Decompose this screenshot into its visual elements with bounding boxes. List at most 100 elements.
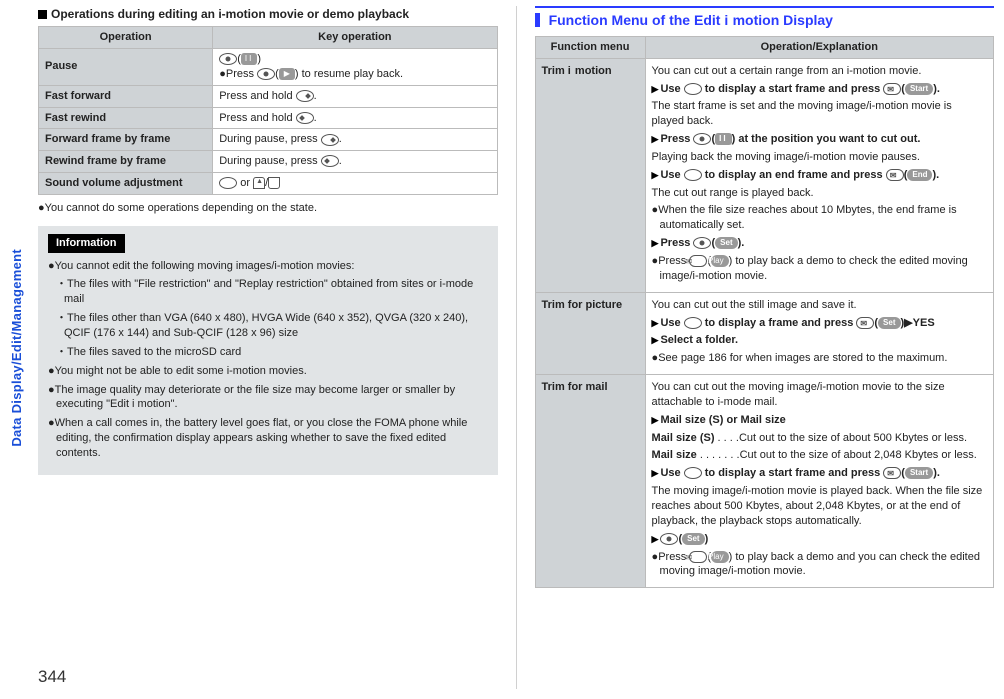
section-title-text: Operations during editing an i-motion mo… [51,6,409,22]
center-key-icon [693,133,711,145]
step: Select a folder. [652,333,987,348]
col-key: Key operation [213,27,497,49]
mail-key-icon [689,255,707,267]
right-key-icon [296,90,314,102]
table-row: Forward frame by frame During pause, pre… [39,129,498,151]
table-header-row: Function menu Operation/Explanation [535,36,994,58]
start-label: Start [905,83,933,95]
set-label: Set [715,237,737,249]
info-line: ●You cannot edit the following moving im… [48,259,488,274]
mail-key-icon [856,317,874,329]
bullet: ●See page 186 for when images are stored… [652,351,987,366]
key-ff: Press and hold . [213,85,497,107]
step: Press (Set). [652,236,987,251]
information-box: Information ●You cannot edit the followi… [38,226,498,475]
step: Use to display a frame and press (Set)▶Y… [652,316,987,331]
side-tab: Data Display/Edit/Management [8,249,28,447]
nav-key-icon [684,317,702,329]
op-trim-mail: You can cut out the moving image/i-motio… [645,375,993,588]
table-row: Sound volume adjustment or / [39,173,498,195]
nav-key-icon [684,83,702,95]
table-row: Fast forward Press and hold . [39,85,498,107]
col-function-menu: Function menu [535,36,645,58]
start-label: Start [905,467,933,479]
table-row: Rewind frame by frame During pause, pres… [39,151,498,173]
pause-icon: II [715,133,731,145]
op-pause: Pause [39,49,213,86]
op-fwd-frame: Forward frame by frame [39,129,213,151]
col-operation: Operation [39,27,213,49]
left-column: Operations during editing an i-motion mo… [38,6,498,689]
info-line: ●When a call comes in, the battery level… [48,416,488,461]
bullet: ●Press (Play) to play back a demo and yo… [652,550,987,580]
left-key-icon [321,155,339,167]
menu-trim-picture: Trim for picture [535,292,645,374]
nav-key-icon [219,177,237,189]
center-key-icon [693,237,711,249]
mail-key-icon [689,551,707,563]
imotion-icon: i [568,65,575,77]
key-rew-frame: During pause, press . [213,151,497,173]
info-line: ●The image quality may deteriorate or th… [48,383,488,413]
pause-icon: II [241,53,257,65]
set-label: Set [682,533,704,545]
info-line: ●You might not be able to edit some i-mo… [48,364,488,379]
square-bullet-icon [38,10,47,19]
step: Press (II) at the position you want to c… [652,132,987,147]
table-header-row: Operation Key operation [39,27,498,49]
operations-table: Operation Key operation Pause (II) ●Pres… [38,26,498,195]
center-key-icon [257,68,275,80]
op-trim-imotion: You can cut out a certain range from an … [645,58,993,292]
column-divider [516,6,517,689]
center-key-icon [660,533,678,545]
op-volume: Sound volume adjustment [39,173,213,195]
note-below-table: ●You cannot do some operations depending… [38,201,498,216]
function-menu-table: Function menu Operation/Explanation Trim… [535,36,995,588]
nav-key-icon [684,467,702,479]
information-badge: Information [48,234,125,253]
left-key-icon [296,112,314,124]
mail-key-icon [883,83,901,95]
center-key-icon [219,53,237,65]
bullet: ●When the file size reaches about 10 Mby… [652,203,987,233]
key-pause: (II) ●Press (▶) to resume play back. [213,49,497,86]
step: (Set) [652,532,987,547]
table-row: Pause (II) ●Press (▶) to resume play bac… [39,49,498,86]
up-key-icon [253,177,265,189]
table-row: Trim for mail You can cut out the moving… [535,375,994,588]
step: Use to display a start frame and press (… [652,82,987,97]
key-fr: Press and hold . [213,107,497,129]
info-subline: ・The files saved to the microSD card [48,345,488,360]
key-fwd-frame: During pause, press . [213,129,497,151]
side-tab-label: Data Display/Edit/Management [8,249,26,447]
mail-size: Mail size . . . . . . .Cut out to the si… [652,448,987,463]
op-ff: Fast forward [39,85,213,107]
step: Use to display a start frame and press (… [652,466,987,481]
nav-key-icon [684,169,702,181]
right-key-icon [321,134,339,146]
op-trim-picture: You can cut out the still image and save… [645,292,993,374]
menu-trim-imotion: Trim i motion [535,58,645,292]
menu-trim-mail: Trim for mail [535,375,645,588]
header-bar-icon [535,13,540,27]
step: Use to display an end frame and press (E… [652,168,987,183]
end-label: End [907,169,932,181]
table-row: Trim for picture You can cut out the sti… [535,292,994,374]
table-row: Fast rewind Press and hold . [39,107,498,129]
info-subline: ・The files with "File restriction" and "… [48,277,488,307]
down-key-icon [268,177,280,189]
page-number: 344 [38,666,66,689]
col-operation-explanation: Operation/Explanation [645,36,993,58]
play-icon: ▶ [279,68,295,80]
right-column: Function Menu of the Edit i motion Displ… [535,6,995,689]
bullet: ●Press (Play) to play back a demo to che… [652,254,987,284]
section-title: Operations during editing an i-motion mo… [38,6,498,22]
play-label: Play [711,255,729,267]
mail-key-icon [883,467,901,479]
function-menu-title: Function Menu of the Edit i motion Displ… [549,12,833,28]
function-menu-header: Function Menu of the Edit i motion Displ… [535,6,995,30]
mail-size-s: Mail size (S) . . . .Cut out to the size… [652,431,987,446]
columns: Operations during editing an i-motion mo… [38,6,994,689]
op-rew-frame: Rewind frame by frame [39,151,213,173]
op-fr: Fast rewind [39,107,213,129]
